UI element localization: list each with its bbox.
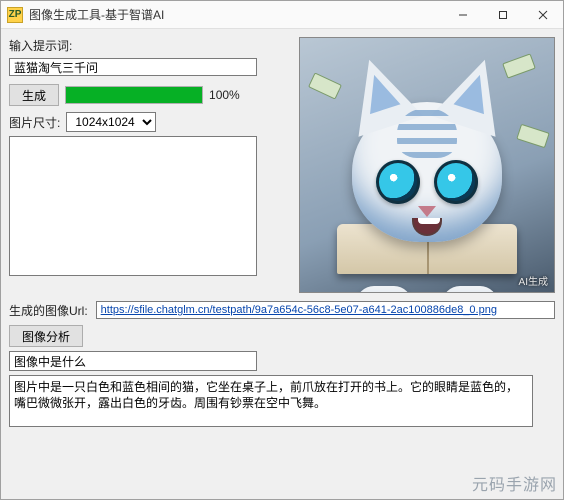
banknote-graphic	[516, 124, 549, 148]
analysis-output: 图片中是一只白色和蓝色相间的猫，它坐在桌子上，前爪放在打开的书上。它的眼睛是蓝色…	[9, 375, 533, 427]
progress-bar	[65, 86, 203, 104]
image-size-select[interactable]: 1024x1024	[66, 112, 156, 132]
ai-watermark: AI生成	[519, 273, 548, 288]
progress-percent: 100%	[209, 88, 240, 102]
analysis-question-input[interactable]	[9, 351, 257, 371]
prompt-input[interactable]	[9, 58, 257, 76]
prompt-label: 输入提示词:	[9, 37, 72, 54]
generated-image: AI生成	[299, 37, 555, 293]
left-column: 输入提示词: 生成 100% 图片尺寸: 1024x1024	[9, 37, 291, 293]
image-size-label: 图片尺寸:	[9, 114, 60, 131]
minimize-button[interactable]	[443, 1, 483, 29]
generate-button[interactable]: 生成	[9, 84, 59, 106]
titlebar: ZP 图像生成工具-基于智谱AI	[1, 1, 563, 29]
window-controls	[443, 1, 563, 29]
banknote-graphic	[308, 72, 342, 99]
image-url-label: 生成的图像Url:	[9, 302, 88, 319]
close-button[interactable]	[523, 1, 563, 29]
image-url-link[interactable]: https://sfile.chatglm.cn/testpath/9a7a65…	[101, 304, 497, 316]
client-area: 输入提示词: 生成 100% 图片尺寸: 1024x1024	[1, 29, 563, 431]
preview-box	[9, 136, 257, 276]
image-url-box: https://sfile.chatglm.cn/testpath/9a7a65…	[96, 301, 555, 319]
maximize-button[interactable]	[483, 1, 523, 29]
window-title: 图像生成工具-基于智谱AI	[29, 6, 443, 23]
app-icon: ZP	[7, 7, 23, 23]
site-watermark: 元码手游网	[472, 471, 557, 495]
analyze-button[interactable]: 图像分析	[9, 325, 83, 347]
progress-fill	[66, 87, 202, 103]
cat-graphic	[352, 102, 502, 242]
